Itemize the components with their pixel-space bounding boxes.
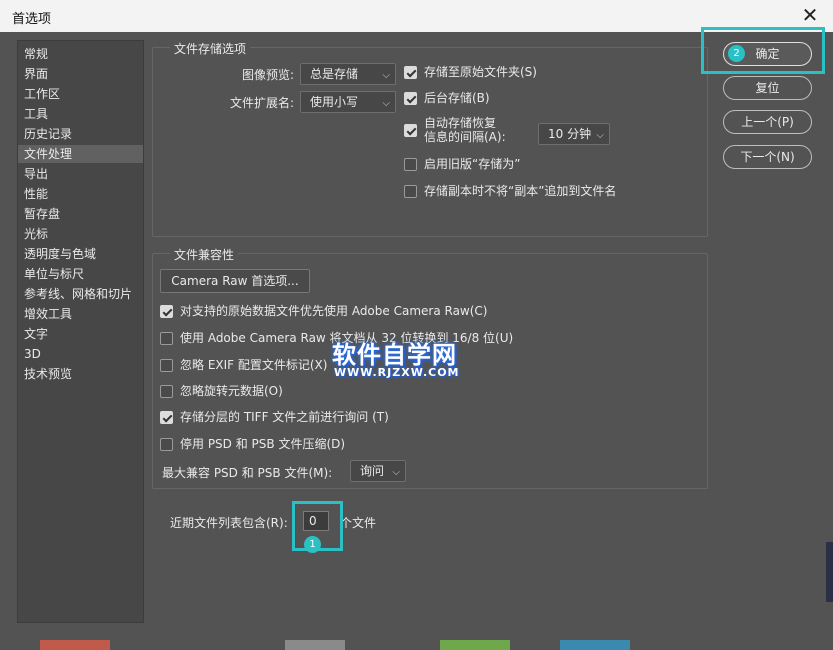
- auto-save-label-line1: 自动存储恢复: [424, 116, 497, 130]
- ignore-exif-checkbox[interactable]: 忽略 EXIF 配置文件标记(X): [160, 358, 360, 374]
- ask-tiff-layers-checkbox[interactable]: 存储分层的 TIFF 文件之前进行询问 (T): [160, 410, 420, 426]
- chevron-down-icon: ⌵: [596, 130, 604, 141]
- checkbox-unchecked-icon: [160, 438, 173, 451]
- sidebar-item-general[interactable]: 常规: [18, 45, 143, 63]
- sidebar-item-guides[interactable]: 参考线、网格和切片: [18, 285, 143, 303]
- previous-button[interactable]: 上一个(P): [723, 110, 812, 134]
- file-extension-select[interactable]: 使用小写 ⌵: [300, 91, 396, 113]
- background-save-checkbox[interactable]: 后台存储(B): [404, 91, 524, 107]
- save-to-original-folder-checkbox[interactable]: 存储至原始文件夹(S): [404, 65, 564, 81]
- window-title: 首选项: [12, 12, 52, 27]
- sidebar-item-units[interactable]: 单位与标尺: [18, 265, 143, 283]
- sidebar-item-history[interactable]: 历史记录: [18, 125, 143, 143]
- file-save-options-title: 文件存储选项: [170, 40, 251, 57]
- disable-psd-compression-label: 停用 PSD 和 PSB 文件压缩(D): [180, 437, 346, 451]
- background-save-label: 后台存储(B): [424, 91, 490, 105]
- checkbox-checked-icon: [160, 305, 173, 318]
- sidebar-item-tools[interactable]: 工具: [18, 105, 143, 123]
- preferences-dialog: 常规 界面 工作区 工具 历史记录 文件处理 导出 性能 暂存盘 光标 透明度与…: [0, 27, 833, 650]
- checkbox-unchecked-icon: [160, 359, 173, 372]
- category-sidebar: 常规 界面 工作区 工具 历史记录 文件处理 导出 性能 暂存盘 光标 透明度与…: [17, 40, 144, 623]
- camera-raw-convert-checkbox[interactable]: 使用 Adobe Camera Raw 将文档从 32 位转换到 16/8 位(…: [160, 331, 530, 347]
- sidebar-item-type[interactable]: 文字: [18, 325, 143, 343]
- ignore-rotation-label: 忽略旋转元数据(O): [180, 384, 283, 398]
- checkbox-unchecked-icon: [404, 185, 417, 198]
- chevron-down-icon: ⌵: [382, 98, 390, 109]
- ask-tiff-layers-label: 存储分层的 TIFF 文件之前进行询问 (T): [180, 410, 389, 424]
- checkbox-unchecked-icon: [160, 332, 173, 345]
- chevron-down-icon: ⌵: [382, 70, 390, 81]
- image-preview-value: 总是存储: [310, 67, 359, 81]
- sidebar-item-cursors[interactable]: 光标: [18, 225, 143, 243]
- reset-button[interactable]: 复位: [723, 76, 812, 100]
- max-compat-select[interactable]: 询问 ⌵: [350, 460, 406, 482]
- sidebar-item-workspace[interactable]: 工作区: [18, 85, 143, 103]
- background-thumbnail: [285, 640, 345, 650]
- auto-save-checkbox[interactable]: 自动存储恢复 信息的间隔(A):: [404, 116, 529, 154]
- auto-save-interval-value: 10 分钟: [548, 127, 592, 141]
- ignore-rotation-checkbox[interactable]: 忽略旋转元数据(O): [160, 384, 310, 400]
- ignore-exif-label: 忽略 EXIF 配置文件标记(X): [180, 358, 328, 372]
- camera-raw-convert-label: 使用 Adobe Camera Raw 将文档从 32 位转换到 16/8 位(…: [180, 331, 514, 345]
- image-preview-label: 图像预览:: [241, 68, 294, 82]
- file-extension-value: 使用小写: [310, 95, 359, 109]
- next-button[interactable]: 下一个(N): [723, 145, 812, 169]
- recent-files-label: 近期文件列表包含(R):: [170, 516, 288, 530]
- checkbox-checked-icon: [160, 411, 173, 424]
- annotation-highlight-2: [701, 27, 825, 74]
- background-image-fragment: [826, 542, 833, 602]
- checkbox-unchecked-icon: [404, 158, 417, 171]
- max-compat-label: 最大兼容 PSD 和 PSB 文件(M):: [162, 466, 333, 480]
- background-thumbnail: [440, 640, 510, 650]
- sidebar-item-tech-preview[interactable]: 技术预览: [18, 365, 143, 383]
- no-copy-suffix-label: 存储副本时不将“副本”追加到文件名: [424, 184, 617, 198]
- image-preview-select[interactable]: 总是存储 ⌵: [300, 63, 396, 85]
- checkbox-checked-icon: [404, 124, 417, 137]
- auto-save-label-line2: 信息的间隔(A):: [424, 130, 506, 144]
- file-compatibility-title: 文件兼容性: [170, 246, 239, 263]
- sidebar-item-performance[interactable]: 性能: [18, 185, 143, 203]
- sidebar-item-transparency[interactable]: 透明度与色域: [18, 245, 143, 263]
- file-extension-label: 文件扩展名:: [229, 96, 294, 110]
- legacy-save-as-checkbox[interactable]: 启用旧版“存储为”: [404, 157, 544, 173]
- disable-psd-compression-checkbox[interactable]: 停用 PSD 和 PSB 文件压缩(D): [160, 437, 360, 453]
- sidebar-item-interface[interactable]: 界面: [18, 65, 143, 83]
- max-compat-value: 询问: [360, 464, 385, 478]
- background-thumbnail: [560, 640, 630, 650]
- chevron-down-icon: ⌵: [392, 467, 400, 478]
- step-badge-1: 1: [304, 536, 321, 553]
- prefer-camera-raw-label: 对支持的原始数据文件优先使用 Adobe Camera Raw(C): [180, 304, 488, 318]
- checkbox-checked-icon: [404, 92, 417, 105]
- sidebar-item-3d[interactable]: 3D: [18, 345, 143, 363]
- camera-raw-preferences-button[interactable]: Camera Raw 首选项...: [160, 269, 310, 293]
- save-to-original-folder-label: 存储至原始文件夹(S): [424, 65, 537, 79]
- recent-files-suffix: 个文件: [340, 516, 377, 530]
- auto-save-interval-select[interactable]: 10 分钟 ⌵: [538, 123, 610, 145]
- checkbox-unchecked-icon: [160, 385, 173, 398]
- prefer-camera-raw-checkbox[interactable]: 对支持的原始数据文件优先使用 Adobe Camera Raw(C): [160, 304, 510, 320]
- sidebar-item-export[interactable]: 导出: [18, 165, 143, 183]
- sidebar-item-scratch-disks[interactable]: 暂存盘: [18, 205, 143, 223]
- checkbox-checked-icon: [404, 66, 417, 79]
- sidebar-item-file-handling[interactable]: 文件处理: [18, 145, 143, 163]
- sidebar-item-plugins[interactable]: 增效工具: [18, 305, 143, 323]
- background-thumbnail: [40, 640, 110, 650]
- legacy-save-as-label: 启用旧版“存储为”: [424, 157, 521, 171]
- no-copy-suffix-checkbox[interactable]: 存储副本时不将“副本”追加到文件名: [404, 184, 644, 200]
- close-icon[interactable]: ✕: [798, 4, 822, 28]
